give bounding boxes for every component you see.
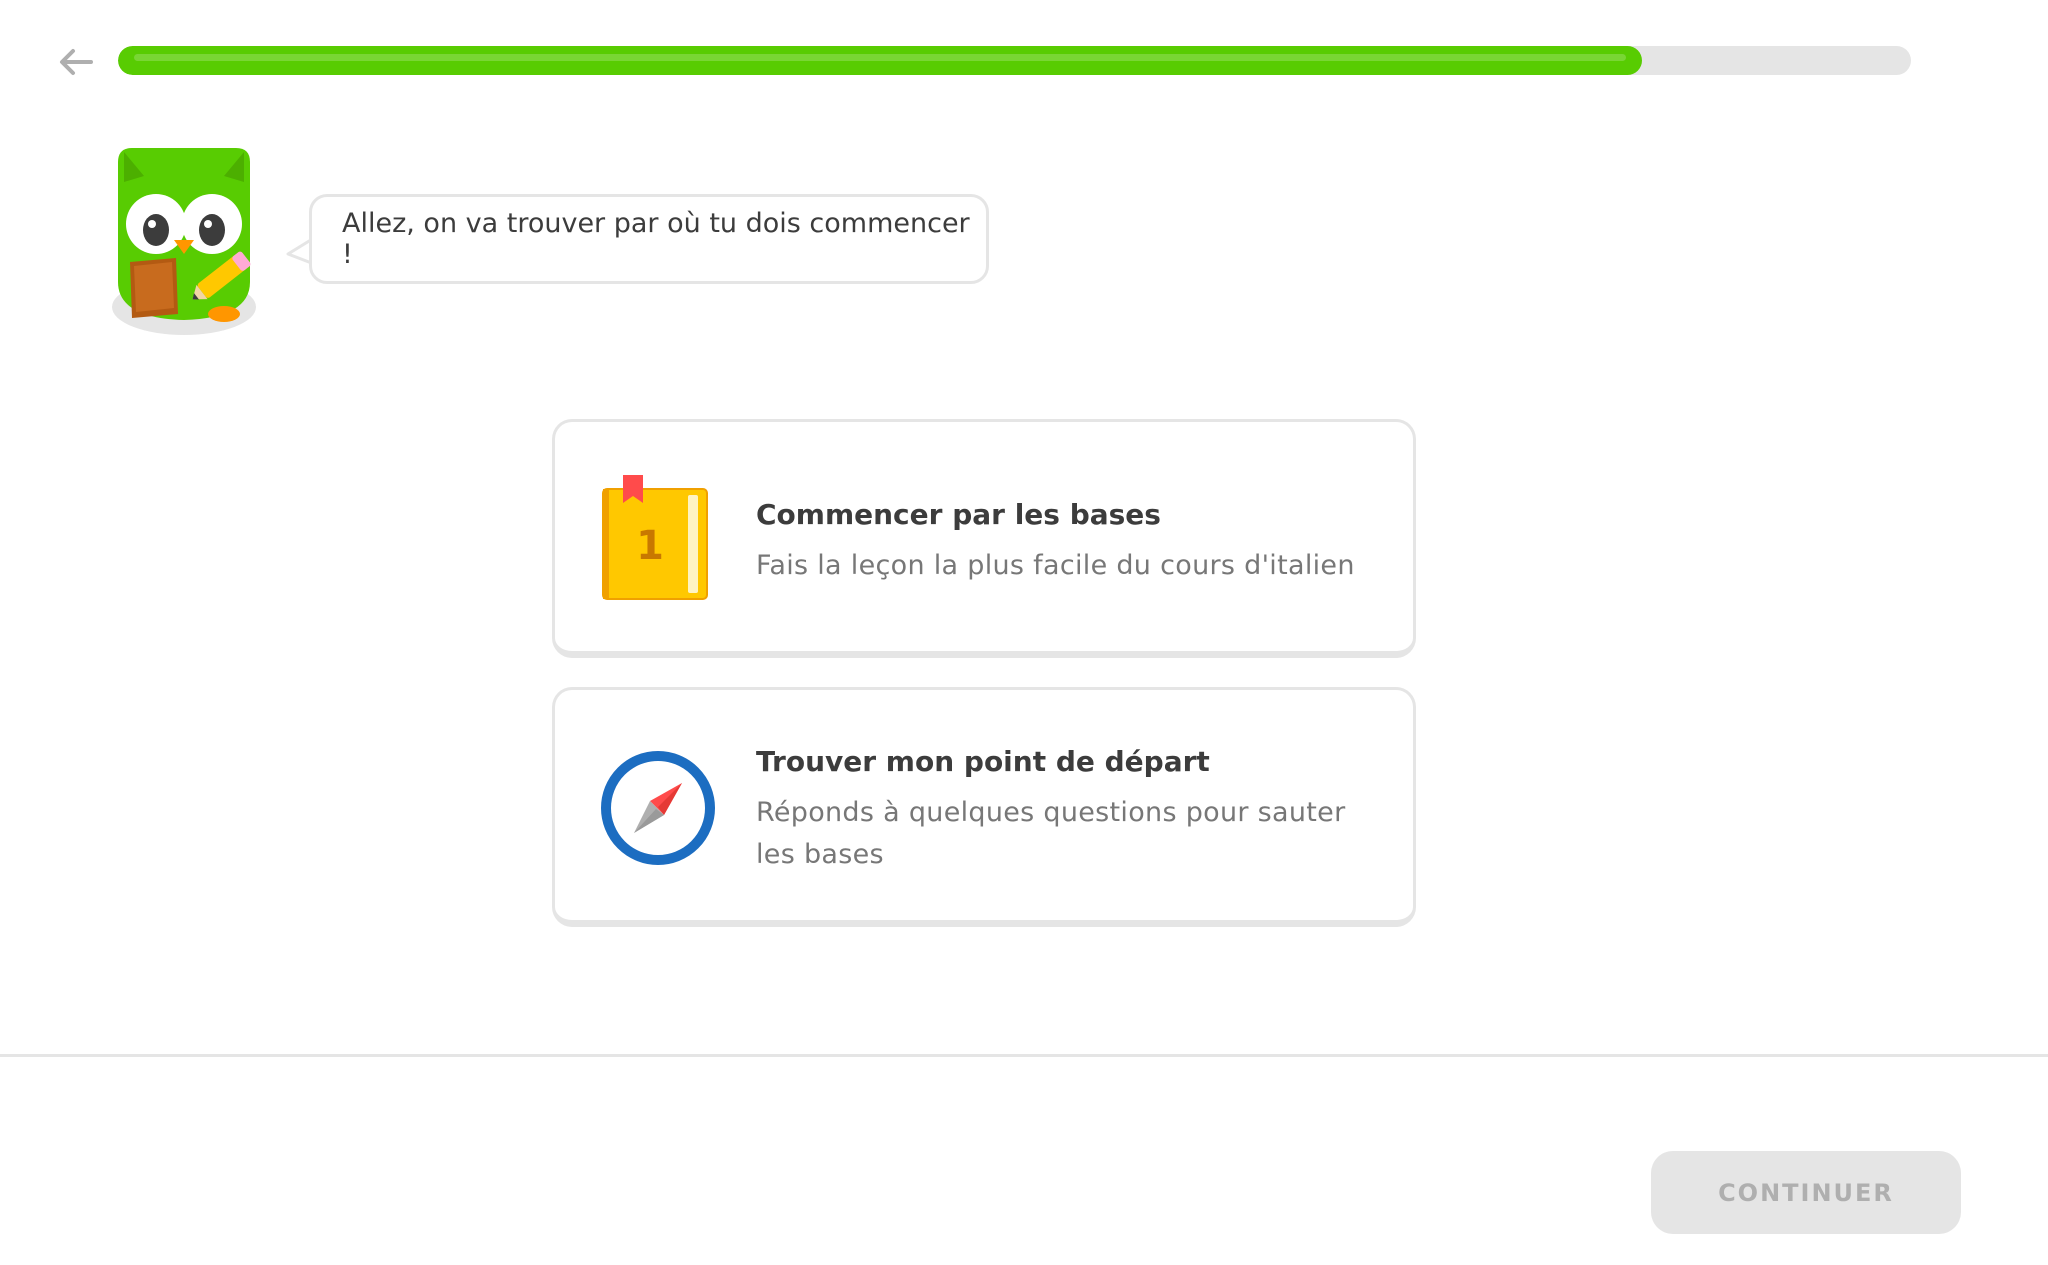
owl-mascot-icon bbox=[112, 148, 256, 335]
option-description: Réponds à quelques questions pour sauter… bbox=[756, 797, 1346, 870]
back-button[interactable] bbox=[52, 38, 100, 86]
option-description: Fais la leçon la plus facile du cours d'… bbox=[756, 550, 1355, 581]
placement-choice-screen: Allez, on va trouver par où tu dois comm… bbox=[0, 0, 2048, 1265]
compass-icon bbox=[601, 751, 715, 865]
speech-text: Allez, on va trouver par où tu dois comm… bbox=[342, 208, 970, 270]
option-title: Commencer par les bases bbox=[756, 498, 1161, 531]
option-title: Trouver mon point de départ bbox=[756, 745, 1210, 778]
book-number: 1 bbox=[636, 523, 664, 569]
option-start-basics[interactable]: 1 Commencer par les bases Fais la leçon … bbox=[552, 419, 1416, 658]
continue-button[interactable]: CONTINUER bbox=[1651, 1151, 1961, 1234]
arrow-left-icon bbox=[60, 49, 93, 75]
book-lesson-1-icon: 1 bbox=[602, 475, 708, 600]
progress-highlight bbox=[134, 54, 1627, 61]
speech-bubble: Allez, on va trouver par où tu dois comm… bbox=[309, 194, 989, 284]
footer-divider bbox=[0, 1054, 2048, 1057]
option-find-starting-point[interactable]: Trouver mon point de départ Réponds à qu… bbox=[552, 687, 1416, 927]
progress-bar bbox=[118, 46, 1911, 75]
